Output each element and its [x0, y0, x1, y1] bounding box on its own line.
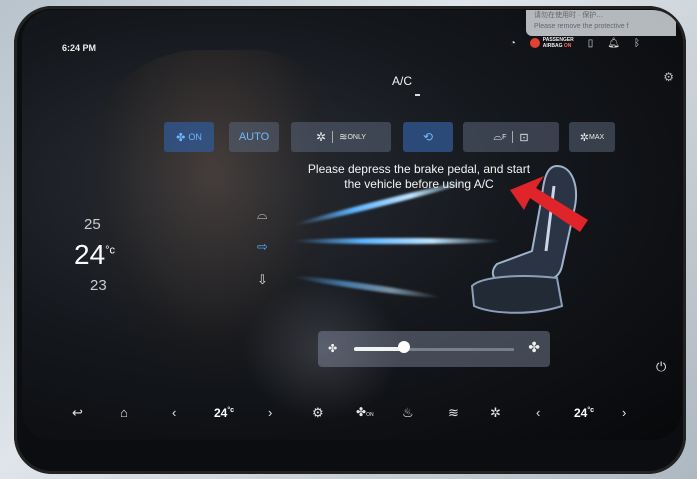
rear-defrost-icon: ⊡ [519, 131, 529, 144]
recirculation-button[interactable]: ⟲ [403, 122, 453, 152]
home-icon[interactable]: ⌂ [120, 405, 128, 420]
right-temp-down-icon[interactable]: ‹ [536, 405, 540, 420]
fan-high-icon: ✤ [528, 339, 540, 355]
temp-current: 24°c [74, 239, 115, 271]
auto-label: AUTO [238, 131, 270, 143]
front-defrost-label: F [502, 133, 507, 141]
bluetooth-icon: ᛒ [634, 37, 640, 49]
defrost-button[interactable]: ⌓ F ⊡ [463, 122, 559, 152]
foot-airflow-icon[interactable]: ⇩ [257, 272, 268, 288]
climate-settings-icon[interactable]: ⚙ [312, 405, 324, 421]
right-temp-value: 24 [574, 406, 588, 420]
notification-bell-icon[interactable]: 🔔︎ [607, 38, 620, 49]
max-ac-button[interactable]: ✲ MAX [569, 122, 615, 152]
ac-only-button[interactable]: ✲ ≋ ONLY [291, 122, 391, 152]
front-defrost-icon: ⌓ [493, 130, 503, 143]
fan-low-icon: ✤ [328, 343, 338, 355]
fan-on-label: ON [188, 132, 202, 142]
sticker-text-2: Please remove the protective f [534, 23, 629, 30]
airflow-mode-icon[interactable]: ≋ [448, 405, 459, 421]
max-label: MAX [589, 133, 605, 141]
ac-shortcut-icon[interactable]: ✲ [490, 405, 501, 421]
airflow-icon: ≋ [339, 131, 348, 143]
right-temp-up-icon[interactable]: › [622, 405, 626, 420]
left-temp-value: 24 [214, 406, 228, 420]
passenger-airbag-indicator: PASSENGER AIRBAG ON [529, 37, 574, 49]
airbag-state: ON [563, 43, 572, 49]
auto-button[interactable]: AUTO [229, 122, 279, 152]
fan-shortcut-icon: ✤ [356, 405, 367, 419]
fan-shortcut-label: ON [366, 412, 374, 418]
temp-upper[interactable]: 25 [84, 216, 115, 233]
only-label: ONLY [347, 133, 366, 141]
right-zone-temp: 24°c [574, 406, 594, 420]
sim-card-icon: ▯ [587, 37, 594, 49]
seat-heat-icon[interactable]: ♨ [402, 405, 414, 421]
airbag-icon [529, 38, 540, 48]
fan-icon: ✤ [176, 131, 186, 144]
sticker-text-1: 请勿在使用时 · 保护… [534, 12, 604, 19]
face-airflow-icon[interactable]: ⇨ [257, 239, 268, 255]
left-temp-up-icon[interactable]: › [268, 405, 272, 420]
windshield-airflow-icon[interactable]: ⌓ [257, 207, 267, 223]
temperature-selector[interactable]: 25 24°c 23 [74, 216, 115, 294]
right-temp-unit: °c [587, 407, 595, 414]
page-title: A/C [392, 74, 413, 88]
fan-on-button[interactable]: ✤ ON [164, 122, 214, 152]
protective-film-sticker: 请勿在使用时 · 保护… Please remove the protectiv… [526, 10, 676, 36]
snowflake-icon: ✲ [316, 130, 327, 144]
max-snowflake-icon: ✲ [579, 131, 590, 144]
title-indicator [415, 94, 420, 96]
temp-current-value: 24 [74, 239, 106, 270]
power-icon[interactable]: ⏻ [656, 359, 666, 375]
settings-gear-icon[interactable]: ⚙ [663, 70, 674, 84]
left-temp-down-icon[interactable]: ‹ [172, 405, 176, 420]
fan-speed-handle[interactable] [398, 341, 410, 353]
left-temp-unit: °c [227, 407, 235, 414]
clock: 6:24 PM [62, 43, 97, 53]
airbag-label-2: AIRBAG [542, 43, 563, 49]
fan-speed-slider[interactable]: ✤ ✤ [318, 331, 550, 367]
back-icon[interactable]: ↩ [72, 405, 83, 421]
left-zone-temp: 24°c [214, 406, 234, 420]
fan-speed-fill [354, 347, 404, 351]
fan-on-shortcut[interactable]: ✤ON [356, 405, 374, 419]
speedometer-icon: ◔ [509, 37, 516, 49]
temp-unit: °c [105, 244, 116, 257]
annotation-arrow-icon [510, 176, 588, 232]
infotainment-screen: 请勿在使用时 · 保护… Please remove the protectiv… [22, 10, 682, 440]
temp-lower[interactable]: 23 [90, 277, 115, 294]
status-icons: ◔ PASSENGER AIRBAG ON ▯ 🔔︎ ᛒ [510, 37, 640, 49]
recirculation-car-icon: ⟲ [422, 130, 434, 144]
